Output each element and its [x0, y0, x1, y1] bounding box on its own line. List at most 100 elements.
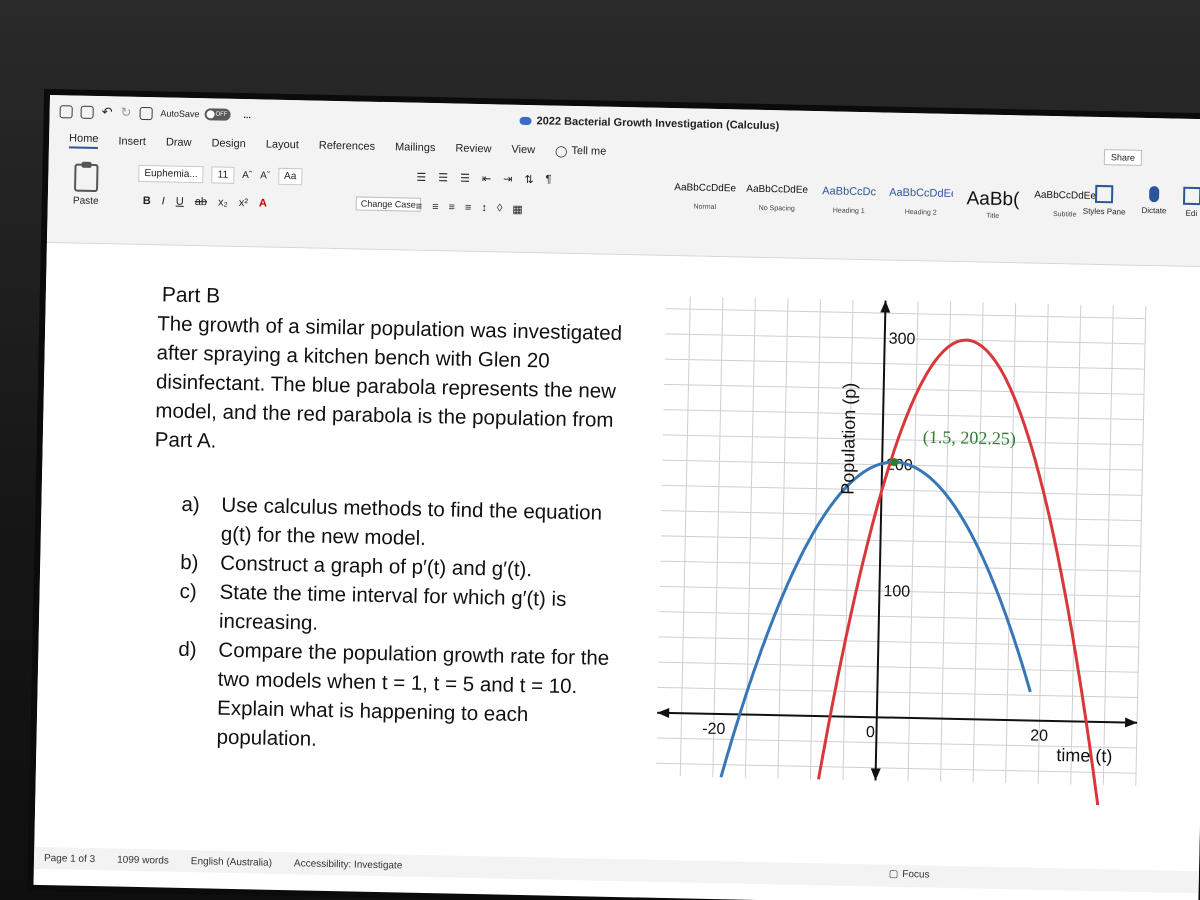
autosave-control[interactable]: AutoSave OFF ... — [160, 107, 251, 121]
y-axis-arrow-up — [880, 300, 891, 313]
style-label: Normal — [693, 203, 717, 211]
paragraph-list-controls: ☰ ☰ ☰ ⇤ ⇥ ⇅ ¶ — [416, 171, 551, 187]
autosave-label: AutoSave — [160, 108, 200, 120]
superscript-button[interactable]: x² — [239, 197, 248, 209]
word-count[interactable]: 1099 words — [117, 854, 169, 866]
grow-font-button[interactable]: Aˆ — [242, 170, 252, 181]
borders-icon[interactable]: ▦ — [512, 203, 523, 216]
increase-indent-icon[interactable]: ⇥ — [503, 173, 512, 186]
x-axis-arrow-right — [1124, 717, 1138, 728]
grid-line-horizontal — [660, 535, 1141, 547]
dictate-button[interactable]: Dictate — [1141, 186, 1167, 218]
question-letter: c) — [179, 579, 197, 604]
strikethrough-button[interactable]: ab — [195, 196, 207, 208]
word-window: ↶ ↻ AutoSave OFF ... 2022 Bacterial Grow… — [33, 95, 1200, 900]
style-label: Heading 2 — [904, 208, 937, 217]
style-title[interactable]: AaBb( Title — [960, 182, 1025, 231]
tell-me-search[interactable]: ◯ Tell me — [555, 144, 606, 158]
paragraph-align-controls: ≡ ≡ ≡ ≡ ↕ ◊ ▦ — [416, 201, 523, 216]
focus-button[interactable]: ▢ Focus — [889, 869, 930, 881]
language[interactable]: English (Australia) — [191, 856, 272, 869]
style-preview: AaBbCcDdEe — [746, 183, 809, 196]
y-tick-label: 300 — [889, 331, 916, 349]
quick-access-toolbar: ↶ ↻ — [59, 103, 153, 121]
tab-draw[interactable]: Draw — [166, 136, 192, 149]
editor-label: Edi — [1185, 208, 1198, 219]
dictate-label: Dictate — [1141, 205, 1167, 216]
styles-pane-label: Styles Pane — [1082, 206, 1126, 217]
autosave-toggle[interactable]: OFF — [204, 108, 231, 121]
home-icon[interactable] — [59, 104, 73, 118]
document-page[interactable]: Part B The growth of a similar populatio… — [34, 242, 1200, 868]
line-spacing-icon[interactable]: ↕ — [481, 202, 487, 215]
italic-button[interactable]: I — [162, 195, 165, 207]
tab-design[interactable]: Design — [211, 137, 245, 150]
bold-button[interactable]: B — [143, 195, 151, 207]
style-preview: AaBbCcDc — [822, 185, 877, 199]
question-item: c) State the time interval for which g′(… — [179, 577, 620, 644]
undo-icon[interactable]: ↶ — [101, 104, 113, 120]
y-axis-label: Population (p) — [837, 383, 859, 495]
style-no-spacing[interactable]: AaBbCcDdEe No Spacing — [744, 178, 809, 227]
numbering-icon[interactable]: ☰ — [438, 171, 448, 184]
grid-line-horizontal — [658, 636, 1139, 648]
x-tick-label: 0 — [866, 724, 875, 741]
justify-icon[interactable]: ≡ — [465, 202, 472, 215]
pilcrow-icon[interactable]: ¶ — [545, 173, 551, 186]
focus-icon: ▢ — [888, 868, 899, 880]
tab-view[interactable]: View — [511, 144, 535, 156]
font-name-select[interactable]: Euphemia... — [138, 164, 204, 184]
question-list: a) Use calculus methods to find the equa… — [176, 490, 621, 760]
more-commands[interactable]: ... — [243, 110, 251, 120]
align-center-icon[interactable]: ≡ — [432, 201, 439, 214]
paste-button[interactable]: Paste — [66, 163, 107, 207]
tab-insert[interactable]: Insert — [118, 135, 146, 148]
style-heading-2[interactable]: AaBbCcDdEe Heading 2 — [888, 181, 953, 230]
share-button[interactable]: Share — [1103, 149, 1143, 166]
decrease-indent-icon[interactable]: ⇤ — [482, 172, 491, 185]
save-icon[interactable] — [80, 105, 94, 119]
tab-home[interactable]: Home — [68, 132, 99, 150]
bullets-icon[interactable]: ☰ — [416, 171, 426, 184]
editor-icon — [1182, 186, 1200, 206]
question-text: Compare the population growth rate for t… — [216, 638, 610, 751]
page-count[interactable]: Page 1 of 3 — [44, 853, 95, 865]
shading-icon[interactable]: ◊ — [497, 202, 503, 215]
align-right-icon[interactable]: ≡ — [448, 201, 455, 214]
intro-paragraph: The growth of a similar population was i… — [154, 312, 623, 453]
lightbulb-icon: ◯ — [554, 145, 568, 158]
redo-icon[interactable]: ↻ — [120, 104, 131, 120]
question-item: d) Compare the population growth rate fo… — [176, 635, 618, 760]
tab-layout[interactable]: Layout — [266, 139, 299, 152]
font-color-button[interactable]: A — [259, 197, 267, 209]
x-axis — [657, 711, 1138, 724]
question-text: Use calculus methods to find the equatio… — [220, 493, 603, 550]
editor-button[interactable]: Edi — [1182, 186, 1200, 219]
styles-pane-button[interactable]: Styles Pane — [1082, 184, 1126, 217]
document-title: 2022 Bacterial Growth Investigation (Cal… — [519, 115, 779, 132]
style-normal[interactable]: AaBbCcDdEe Normal — [672, 176, 737, 225]
style-heading-1[interactable]: AaBbCcDc Heading 1 — [816, 179, 881, 228]
font-size-select[interactable]: 11 — [211, 166, 235, 184]
subscript-button[interactable]: x₂ — [218, 197, 228, 209]
underline-button[interactable]: U — [176, 196, 184, 208]
grid-line-horizontal — [663, 434, 1143, 446]
tab-mailings[interactable]: Mailings — [395, 141, 436, 154]
part-title: Part B — [161, 283, 221, 308]
accessibility-status[interactable]: Accessibility: Investigate — [294, 858, 403, 871]
x-axis-arrow-left — [657, 707, 670, 718]
sort-icon[interactable]: ⇅ — [524, 173, 533, 186]
align-left-icon[interactable]: ≡ — [416, 201, 423, 214]
print-icon[interactable] — [139, 106, 153, 120]
change-case-button[interactable]: Aa — [277, 167, 303, 186]
style-preview: AaBb( — [966, 188, 1020, 211]
format-controls: B I U ab x₂ x² A — [143, 195, 267, 210]
multilevel-list-icon[interactable]: ☰ — [460, 172, 470, 185]
shrink-font-button[interactable]: Aˇ — [260, 170, 270, 181]
tab-review[interactable]: Review — [455, 143, 491, 156]
paste-label: Paste — [72, 195, 99, 208]
styles-pane-icon — [1095, 184, 1114, 204]
clipboard-icon — [73, 163, 99, 193]
focus-label: Focus — [902, 869, 930, 881]
tab-references[interactable]: References — [319, 140, 376, 153]
